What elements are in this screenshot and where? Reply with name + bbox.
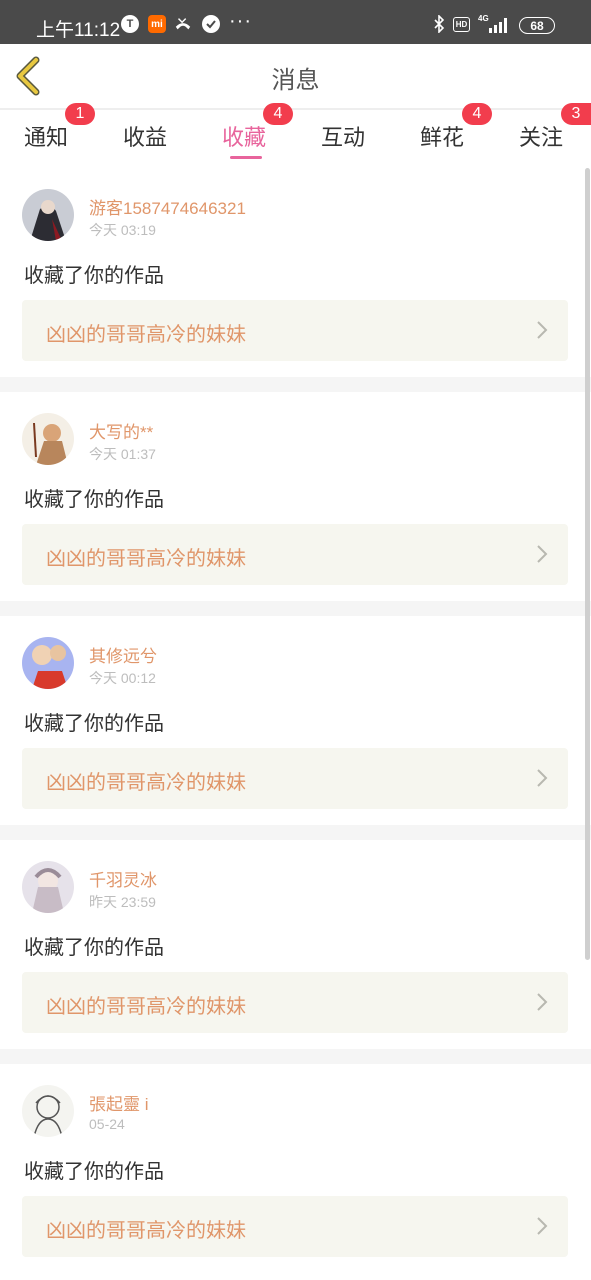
tab-follow[interactable]: 关注 [519,120,563,152]
list-item[interactable]: 其修远兮 今天 00:12 收藏了你的作品 凶凶的哥哥高冷的妹妹 [0,616,591,825]
mi-icon: mi [148,15,166,33]
action-text: 收藏了你的作品 [24,935,164,959]
timestamp: 昨天 23:59 [89,894,156,910]
avatar[interactable] [22,413,74,465]
hd-icon: HD [453,17,470,32]
avatar[interactable] [22,637,74,689]
tab-flowers[interactable]: 鲜花 [420,120,464,152]
avatar[interactable] [22,189,74,241]
username[interactable]: 游客1587474646321 [89,194,246,219]
bluetooth-icon [430,15,448,33]
list-item[interactable]: 大写的** 今天 01:37 收藏了你的作品 凶凶的哥哥高冷的妹妹 [0,392,591,601]
avatar[interactable] [22,861,74,913]
work-title: 凶凶的哥哥高冷的妹妹 [46,322,246,346]
more-dots-icon: ··· [229,10,252,32]
work-card[interactable]: 凶凶的哥哥高冷的妹妹 [22,972,568,1033]
item-separator [0,825,591,840]
avatar[interactable] [22,1085,74,1137]
timestamp: 今天 00:12 [89,670,156,686]
work-title: 凶凶的哥哥高冷的妹妹 [46,770,246,794]
page-title: 消息 [271,66,320,94]
list-item[interactable]: 游客1587474646321 今天 03:19 收藏了你的作品 凶凶的哥哥高冷… [0,168,591,377]
network-type: 4G [478,14,489,23]
status-bar: 上午11:12 T mi ··· HD 4G 68 [0,0,591,44]
action-text: 收藏了你的作品 [24,487,164,511]
favorites-list: 游客1587474646321 今天 03:19 收藏了你的作品 凶凶的哥哥高冷… [0,168,591,1273]
header: 消息 [0,44,591,108]
check-circle-icon [202,15,220,33]
tab-favorites[interactable]: 收藏 [222,120,266,152]
list-item[interactable]: 千羽灵冰 昨天 23:59 收藏了你的作品 凶凶的哥哥高冷的妹妹 [0,840,591,1049]
work-card[interactable]: 凶凶的哥哥高冷的妹妹 [22,1196,568,1257]
username[interactable]: 張起靈 i [89,1090,149,1115]
tab-favorites-badge: 4 [263,103,293,125]
action-text: 收藏了你的作品 [24,1159,164,1183]
missed-call-icon [174,15,192,33]
username[interactable]: 其修远兮 [89,642,157,667]
timestamp: 今天 03:19 [89,222,156,238]
battery-icon: 68 [519,17,555,34]
item-separator [0,377,591,392]
list-item[interactable]: 張起靈 i 05-24 收藏了你的作品 凶凶的哥哥高冷的妹妹 [0,1064,591,1273]
tab-interact[interactable]: 互动 [321,120,365,152]
signal-icon [489,17,507,33]
tab-flowers-badge: 4 [462,103,492,125]
work-card[interactable]: 凶凶的哥哥高冷的妹妹 [22,748,568,809]
tab-earnings[interactable]: 收益 [123,120,167,152]
username[interactable]: 千羽灵冰 [89,866,157,891]
active-tab-indicator [230,156,262,159]
t-app-icon: T [121,15,139,33]
chevron-right-icon [537,545,548,563]
action-text: 收藏了你的作品 [24,263,164,287]
work-card[interactable]: 凶凶的哥哥高冷的妹妹 [22,300,568,361]
timestamp: 05-24 [89,1116,125,1132]
chevron-right-icon [537,769,548,787]
item-separator [0,1049,591,1064]
chevron-right-icon [537,1217,548,1235]
tab-notify-badge: 1 [65,103,95,125]
scrollbar[interactable] [585,168,590,960]
action-text: 收藏了你的作品 [24,711,164,735]
chevron-right-icon [537,993,548,1011]
work-card[interactable]: 凶凶的哥哥高冷的妹妹 [22,524,568,585]
work-title: 凶凶的哥哥高冷的妹妹 [46,994,246,1018]
status-time: 上午11:12 [36,20,121,41]
tab-notify[interactable]: 通知 [24,120,68,152]
username[interactable]: 大写的** [89,418,153,443]
work-title: 凶凶的哥哥高冷的妹妹 [46,546,246,570]
work-title: 凶凶的哥哥高冷的妹妹 [46,1218,246,1242]
chevron-right-icon [537,321,548,339]
timestamp: 今天 01:37 [89,446,156,462]
tab-follow-badge: 3 [561,103,591,125]
item-separator [0,601,591,616]
